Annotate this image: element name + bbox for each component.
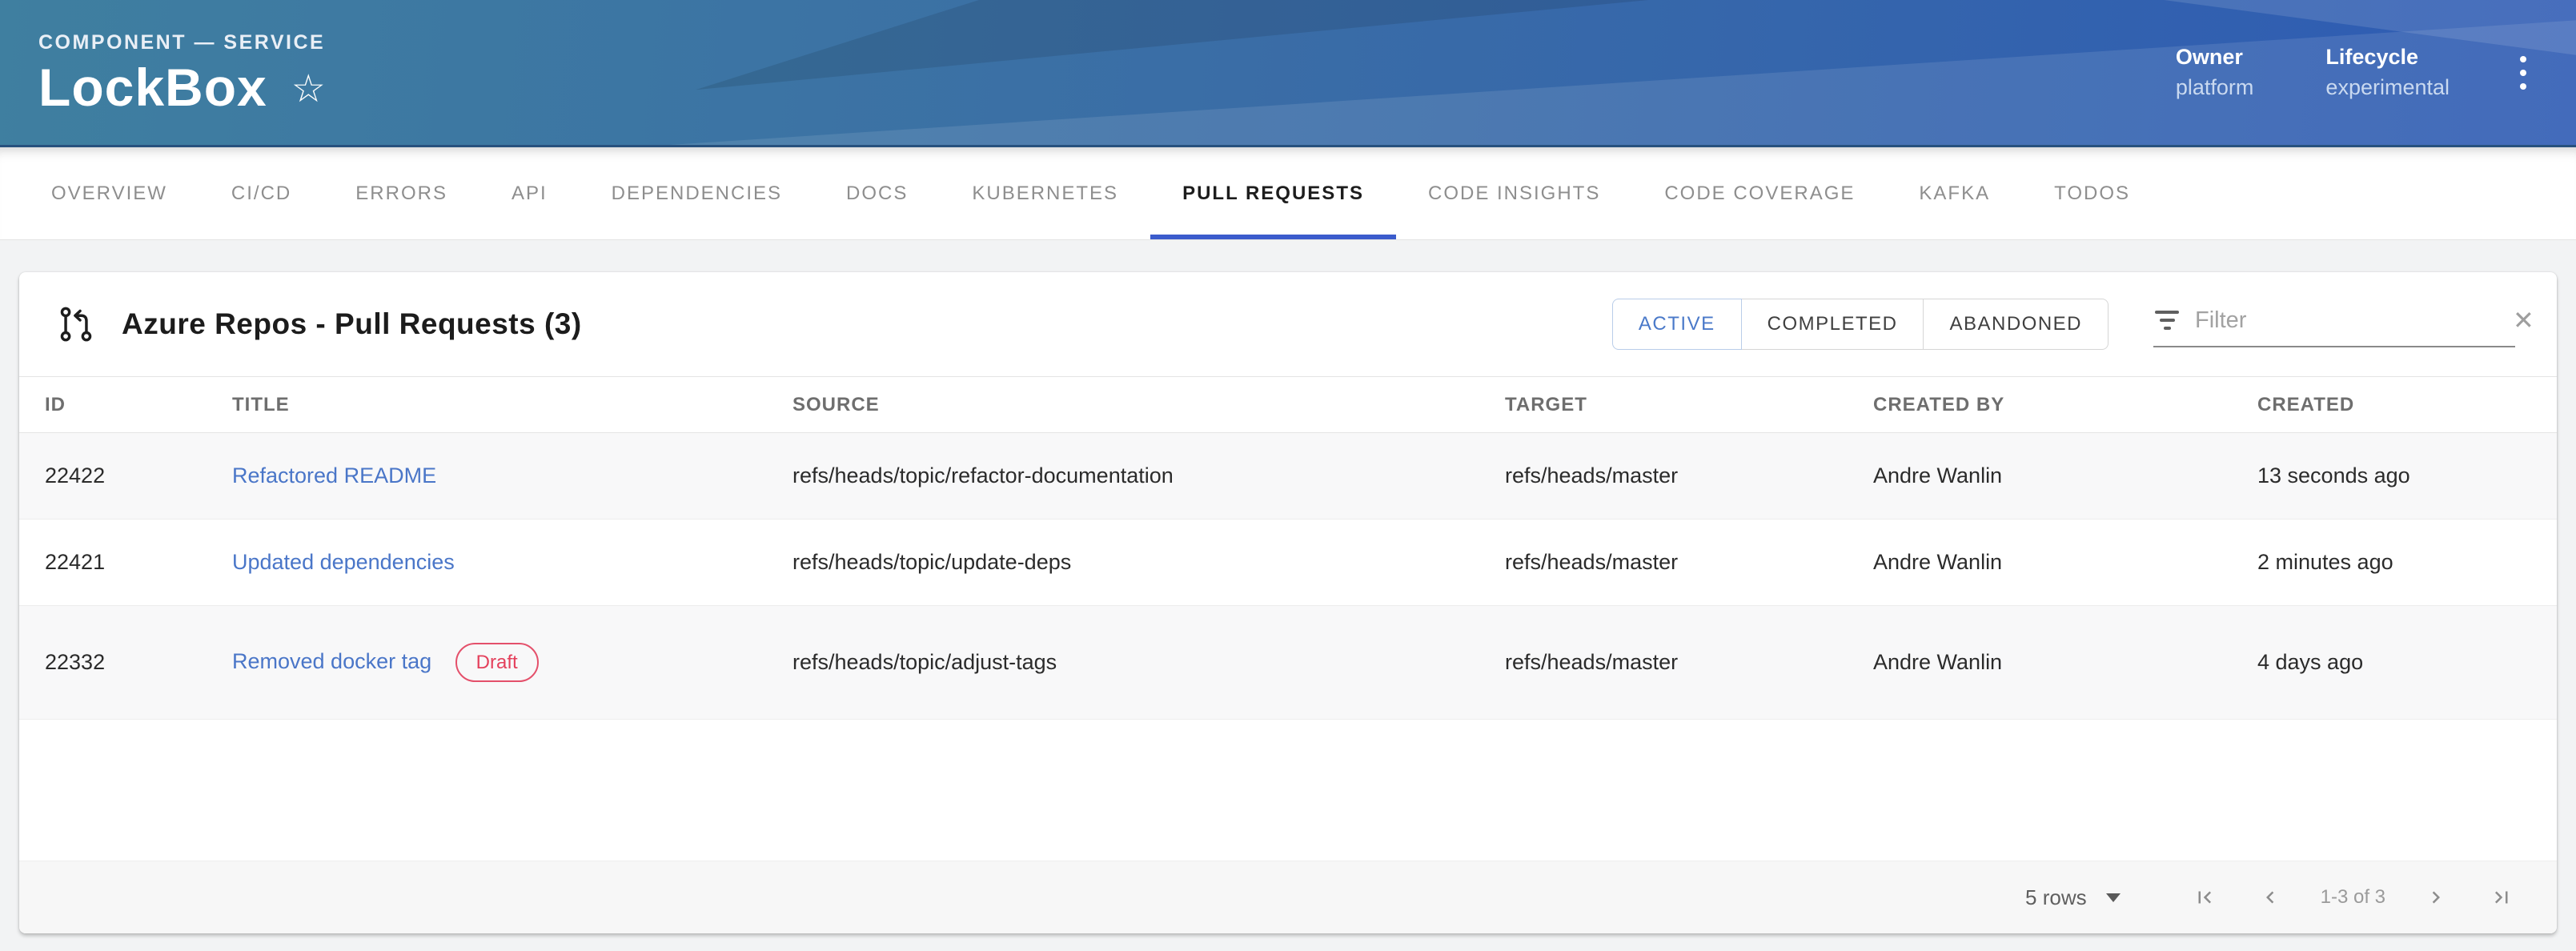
- pull-requests-table: ID TITLE SOURCE TARGET CREATED BY CREATE…: [19, 376, 2557, 720]
- filter-input[interactable]: [2193, 307, 2498, 335]
- kebab-menu-icon[interactable]: [2512, 48, 2534, 98]
- col-header-id: ID: [19, 377, 231, 433]
- pr-created: 2 minutes ago: [2257, 520, 2557, 606]
- pull-requests-card: Azure Repos - Pull Requests (3) ACTIVE C…: [19, 272, 2557, 933]
- pr-source: refs/heads/topic/update-deps: [792, 520, 1504, 606]
- pr-id: 22421: [19, 520, 231, 606]
- filter-completed-button[interactable]: COMPLETED: [1741, 299, 1924, 350]
- dropdown-caret-icon: [2106, 893, 2121, 902]
- table-row[interactable]: 22421 Updated dependencies refs/heads/to…: [19, 520, 2557, 606]
- git-pull-request-icon: [58, 306, 94, 343]
- breadcrumb: COMPONENT — SERVICE: [38, 31, 326, 54]
- favorite-star-icon[interactable]: ☆: [291, 66, 326, 109]
- pr-target: refs/heads/master: [1504, 520, 1872, 606]
- table-row[interactable]: 22332 Removed docker tag Draft refs/head…: [19, 606, 2557, 720]
- tab-kafka[interactable]: KAFKA: [1887, 147, 2022, 239]
- tab-api[interactable]: API: [479, 147, 580, 239]
- table-header-row: ID TITLE SOURCE TARGET CREATED BY CREATE…: [19, 377, 2557, 433]
- pr-created: 4 days ago: [2257, 606, 2557, 720]
- tab-dependencies[interactable]: DEPENDENCIES: [580, 147, 814, 239]
- filter-active-button[interactable]: ACTIVE: [1612, 299, 1742, 350]
- owner-value: platform: [2176, 75, 2254, 100]
- first-page-button[interactable]: [2193, 885, 2217, 909]
- pagination-range: 1-3 of 3: [2321, 886, 2385, 909]
- owner-meta: Owner platform: [2176, 45, 2254, 100]
- pr-id: 22422: [19, 433, 231, 520]
- tab-code-insights[interactable]: CODE INSIGHTS: [1396, 147, 1632, 239]
- tab-pull-requests[interactable]: PULL REQUESTS: [1150, 147, 1396, 239]
- tab-code-coverage[interactable]: CODE COVERAGE: [1632, 147, 1887, 239]
- col-header-target: TARGET: [1504, 377, 1872, 433]
- table-pagination: 5 rows 1-3 of 3: [19, 861, 2557, 933]
- next-page-button[interactable]: [2424, 885, 2448, 909]
- entity-header: COMPONENT — SERVICE LockBox ☆ Owner plat…: [0, 0, 2576, 147]
- col-header-title: TITLE: [231, 377, 792, 433]
- previous-page-button[interactable]: [2258, 885, 2282, 909]
- owner-label: Owner: [2176, 45, 2254, 70]
- lifecycle-label: Lifecycle: [2325, 45, 2450, 70]
- pr-created-by: Andre Wanlin: [1872, 433, 2257, 520]
- pr-source: refs/heads/topic/adjust-tags: [792, 606, 1504, 720]
- page-title: LockBox: [38, 61, 267, 114]
- lifecycle-value: experimental: [2325, 75, 2450, 100]
- pr-created-by: Andre Wanlin: [1872, 606, 2257, 720]
- last-page-button[interactable]: [2490, 885, 2514, 909]
- rows-per-page-value: 5 rows: [2025, 885, 2087, 910]
- pr-id: 22332: [19, 606, 231, 720]
- filter-abandoned-button[interactable]: ABANDONED: [1923, 299, 2109, 350]
- tab-errors[interactable]: ERRORS: [323, 147, 479, 239]
- pr-title-link[interactable]: Refactored README: [232, 463, 436, 488]
- pr-title-link[interactable]: Removed docker tag: [232, 649, 431, 673]
- clear-filter-icon[interactable]: ✕: [2513, 307, 2534, 333]
- pr-target: refs/heads/master: [1504, 433, 1872, 520]
- col-header-source: SOURCE: [792, 377, 1504, 433]
- rows-per-page-select[interactable]: 5 rows: [2025, 885, 2121, 910]
- filter-field: ✕: [2153, 302, 2515, 347]
- pr-title-link[interactable]: Updated dependencies: [232, 550, 455, 574]
- tab-overview[interactable]: OVERVIEW: [19, 147, 199, 239]
- tab-ci-cd[interactable]: CI/CD: [199, 147, 323, 239]
- pr-source: refs/heads/topic/refactor-documentation: [792, 433, 1504, 520]
- col-header-created: CREATED: [2257, 377, 2557, 433]
- filter-funnel-icon: [2155, 311, 2179, 330]
- tab-bar: OVERVIEWCI/CDERRORSAPIDEPENDENCIESDOCSKU…: [0, 147, 2576, 240]
- tab-todos[interactable]: TODOS: [2022, 147, 2162, 239]
- pr-state-filter-group: ACTIVE COMPLETED ABANDONED: [1612, 299, 2109, 350]
- lifecycle-meta: Lifecycle experimental: [2325, 45, 2450, 100]
- pr-created: 13 seconds ago: [2257, 433, 2557, 520]
- draft-badge: Draft: [455, 643, 539, 683]
- pr-created-by: Andre Wanlin: [1872, 520, 2257, 606]
- col-header-created-by: CREATED BY: [1872, 377, 2257, 433]
- table-row[interactable]: 22422 Refactored README refs/heads/topic…: [19, 433, 2557, 520]
- tab-kubernetes[interactable]: KUBERNETES: [940, 147, 1150, 239]
- pr-target: refs/heads/master: [1504, 606, 1872, 720]
- tab-docs[interactable]: DOCS: [814, 147, 940, 239]
- card-title: Azure Repos - Pull Requests (3): [122, 307, 582, 341]
